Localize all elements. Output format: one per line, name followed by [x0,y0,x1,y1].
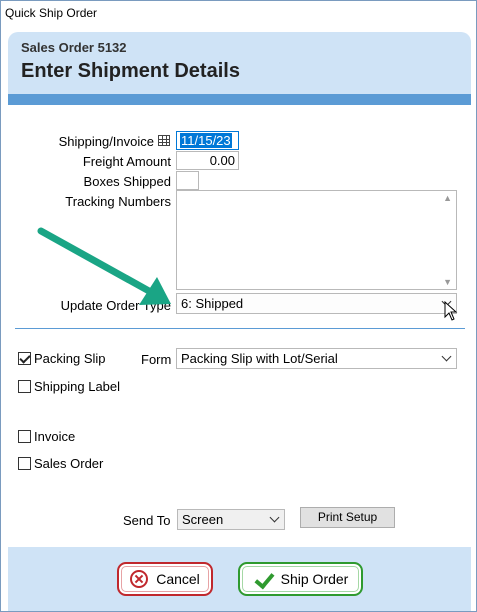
scroll-down-icon[interactable]: ▼ [443,277,452,287]
shipping-label-label: Shipping Label [34,379,121,394]
shipping-date-field[interactable]: 11/15/23 [176,131,239,150]
order-type-select[interactable]: 6: Shipped [176,293,457,314]
shipping-label-checkbox-row[interactable]: Shipping Label [18,379,120,394]
cancel-button[interactable]: Cancel [117,562,213,596]
shipping-invoice-label: Shipping/Invoice [58,134,154,149]
invoice-checkbox-row[interactable]: Invoice [18,429,75,444]
chevron-down-icon [269,512,280,523]
freight-amount-field[interactable]: 0.00 [176,151,239,170]
annotation-arrow [37,227,171,305]
tracking-numbers-field[interactable]: ▲ ▼ [176,190,457,290]
tracking-numbers-label: Tracking Numbers [65,194,171,209]
ship-order-button-label: Ship Order [280,571,349,587]
section-divider [15,328,465,329]
sales-order-subtitle: Sales Order 5132 [21,40,127,55]
quick-ship-window: Quick Ship Order Sales Order 5132 Enter … [0,0,477,612]
boxes-shipped-label: Boxes Shipped [83,174,171,189]
print-setup-button[interactable]: Print Setup [300,507,395,528]
send-to-label: Send To [123,513,171,528]
form-label: Form [141,352,172,367]
cancel-x-icon [130,570,149,588]
header-accent-bar [8,94,471,105]
chevron-down-icon [441,351,452,362]
sales-order-label: Sales Order [34,456,104,471]
freight-amount-label: Freight Amount [82,154,171,169]
shipping-date-value: 11/15/23 [180,133,232,148]
send-to-select[interactable]: Screen [177,509,285,530]
send-to-value: Screen [182,512,224,527]
form-select[interactable]: Packing Slip with Lot/Serial [176,348,457,369]
packing-slip-checkbox[interactable] [18,352,31,365]
order-type-value: 6: Shipped [181,296,244,311]
invoice-label: Invoice [34,429,76,444]
packing-slip-label: Packing Slip [34,351,106,366]
mouse-cursor-icon [444,301,458,321]
calendar-icon[interactable] [158,135,170,146]
cancel-button-label: Cancel [156,571,200,587]
sales-order-checkbox-row[interactable]: Sales Order [18,456,103,471]
window-title: Quick Ship Order [5,6,98,20]
checkmark-icon [253,570,273,588]
form-select-value: Packing Slip with Lot/Serial [181,351,338,366]
window-titlebar: Quick Ship Order [1,1,476,25]
ship-order-button[interactable]: Ship Order [238,562,363,596]
invoice-checkbox[interactable] [18,430,31,443]
page-title: Enter Shipment Details [21,60,240,82]
shipping-label-checkbox[interactable] [18,380,31,393]
boxes-shipped-field[interactable] [176,171,199,190]
sales-order-checkbox[interactable] [18,457,31,470]
scroll-up-icon[interactable]: ▲ [443,193,452,203]
packing-slip-checkbox-row[interactable]: Packing Slip [18,351,106,366]
